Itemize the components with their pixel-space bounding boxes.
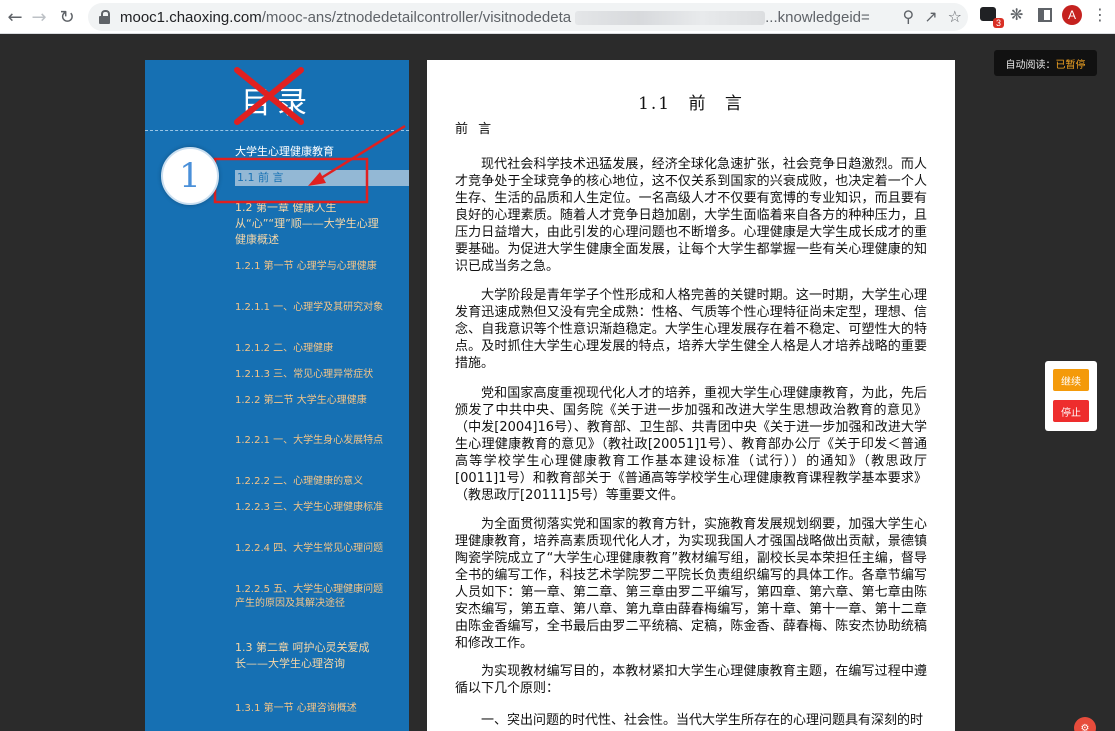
toc-item-1-2-2-4[interactable]: 1.2.2.4 四、大学生常见心理问题 [235, 542, 385, 556]
toc-item-1-3-1[interactable]: 1.3.1 第一节 心理咨询概述 [235, 702, 405, 716]
lock-icon[interactable] [98, 10, 110, 24]
bookmark-star-icon[interactable]: ☆ [948, 7, 962, 26]
auto-read-label: 自动阅读： [1005, 59, 1056, 71]
paragraph-1: 现代社会科学技术迅猛发展，经济全球化急速扩张，社会竞争日趋激烈。而人才竞争处于全… [455, 157, 927, 274]
document-page: 1.1 前 言 前 言 现代社会科学技术迅猛发展，经济全球化急速扩张，社会竞争日… [427, 60, 955, 731]
extension-badge: 3 [992, 18, 1004, 28]
toc-item-1-2-1-1[interactable]: 1.2.1.1 一、心理学及其研究对象 [235, 301, 385, 315]
paragraph-2: 大学阶段是青年学子个性形成和人格完善的关键时期。这一时期，大学生心理发育迅速成熟… [455, 288, 927, 371]
browser-toolbar: ← → ↻ mooc1.chaoxing.com/mooc-ans/ztnode… [0, 0, 1115, 34]
auto-read-status[interactable]: 自动阅读： 已暂停 [994, 50, 1097, 76]
annotation-step-number: 1 [161, 147, 219, 205]
auto-read-state: 已暂停 [1055, 59, 1086, 71]
paragraph-3: 党和国家高度重视现代化人才的培养，重视大学生心理健康教育，为此，先后颁发了中共中… [455, 386, 927, 503]
forward-icon[interactable]: → [24, 2, 54, 32]
toc-item-preface[interactable]: 1.1 前 言 [237, 171, 357, 185]
paragraph-5: 为实现教材编写目的，本教材紧扣大学生心理健康教育主题，在编写过程中遵循以下几个原… [455, 664, 927, 696]
toc-item-1-2-2-5[interactable]: 1.2.2.5 五、大学生心理健康问题产生的原因及其解决途径 [235, 583, 385, 611]
toc-item-1-2-2-1[interactable]: 1.2.2.1 一、大学生身心发展特点 [235, 434, 385, 448]
paragraph-4: 为全面贯彻落实党和国家的教育方针，实施教育发展规划纲要，加强大学生心理健康教育，… [455, 517, 927, 651]
settings-float-icon[interactable]: ⚙ [1074, 717, 1096, 731]
address-bar[interactable]: mooc1.chaoxing.com/mooc-ans/ztnodedetail… [88, 3, 968, 31]
toc-item-1-2-1-3[interactable]: 1.2.1.3 三、常见心理异常症状 [235, 368, 405, 382]
redacted-url-segment [575, 10, 766, 25]
page-title: 1.1 前 言 [638, 94, 744, 114]
section-heading: 前 言 [455, 122, 495, 137]
continue-button[interactable]: 继续 [1053, 369, 1089, 391]
reload-icon[interactable]: ↻ [52, 2, 82, 32]
toc-item-1-2-1[interactable]: 1.2.1 第一节 心理学与心理健康 [235, 260, 385, 274]
side-panel-icon[interactable] [1038, 8, 1052, 22]
extensions-puzzle-icon[interactable]: ❋ [1010, 6, 1028, 24]
toc-item-1-2-1-2[interactable]: 1.2.1.2 二、心理健康 [235, 342, 395, 356]
toc-item-chapter-2[interactable]: 1.3 第二章 呵护心灵关爱成长——大学生心理咨询 [235, 640, 375, 672]
more-menu-icon[interactable]: ⋮ [1092, 7, 1108, 23]
extension-icon[interactable]: 3 [980, 5, 1004, 28]
toc-item-1-2-2-2[interactable]: 1.2.2.2 二、心理健康的意义 [235, 475, 405, 489]
title-cross-out-mark [234, 67, 304, 125]
toc-divider [145, 130, 409, 131]
share-icon[interactable]: ↗ [924, 7, 937, 26]
toc-item-chapter-1[interactable]: 1.2 第一章 健康人生从“心”“理”顺——大学生心理健康概述 [235, 200, 385, 248]
paragraph-6: 一、突出问题的时代性、社会性。当代大学生所存在的心理问题具有深刻的时 [481, 713, 924, 728]
toc-item-1-2-2[interactable]: 1.2.2 第二节 大学生心理健康 [235, 394, 385, 408]
toc-item-1-2-2-3[interactable]: 1.2.2.3 三、大学生心理健康标准 [235, 501, 385, 515]
stop-button[interactable]: 停止 [1053, 400, 1089, 422]
url-text: mooc1.chaoxing.com/mooc-ans/ztnodedetail… [120, 8, 870, 26]
zoom-icon[interactable]: ⚲ [903, 7, 915, 26]
auto-read-controls: 继续 停止 [1045, 361, 1097, 431]
toc-item-course[interactable]: 大学生心理健康教育 [235, 145, 405, 159]
profile-avatar[interactable]: A [1062, 5, 1082, 25]
